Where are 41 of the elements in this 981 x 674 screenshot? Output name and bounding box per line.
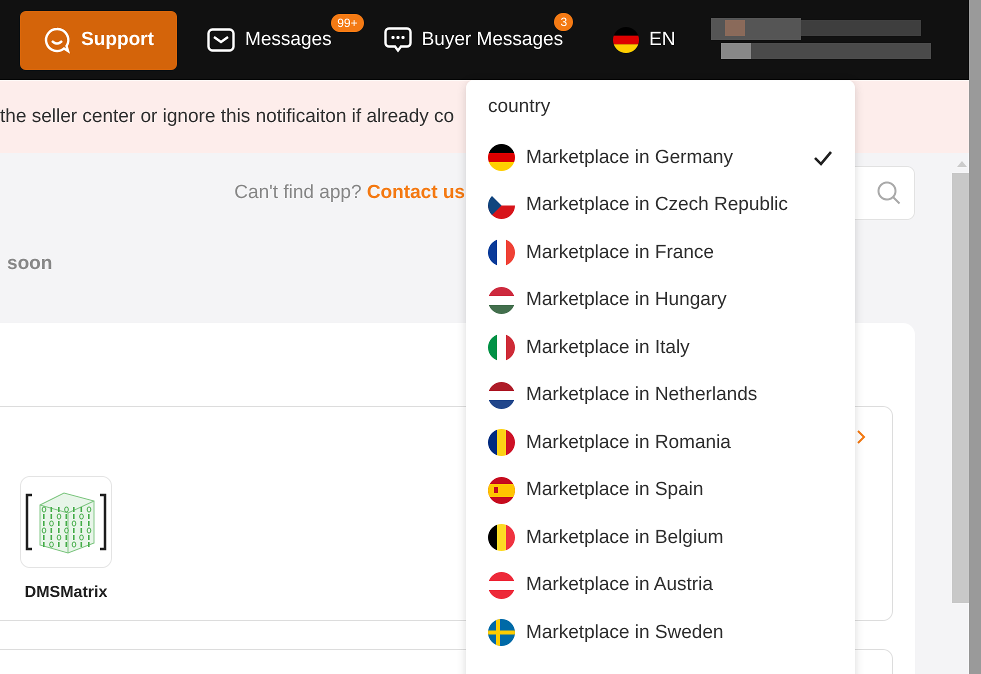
chevron-right-icon[interactable] [856,429,866,445]
buyer-messages-link[interactable]: Buyer Messages [422,29,564,51]
unread-count: 99+ [331,14,364,32]
country-option[interactable]: Marketplace in Czech Republic [526,194,833,216]
country-option[interactable]: Marketplace in France [526,242,833,264]
country-option[interactable]: Marketplace in Germany [526,146,802,169]
flag-icon [488,334,515,362]
flag-icon [613,27,640,53]
flag-icon [488,476,515,504]
messages-link[interactable]: Messages [245,29,332,51]
unread-count: 3 [554,13,574,31]
flag-icon [488,619,515,646]
dropdown-title: country [487,96,552,119]
country-option[interactable]: Marketplace in Austria [526,574,833,596]
country-option[interactable]: Marketplace in Italy [526,336,833,359]
checkmark-icon [813,150,833,166]
flag-icon [488,144,515,172]
country-option[interactable]: Marketplace in Spain [526,479,833,502]
flag-icon [488,286,515,314]
notification-text: the seller center or ignore this notificaiton if already co [0,106,454,128]
flag-icon [488,524,515,552]
language-selector[interactable]: EN [649,29,676,51]
country-option[interactable]: Marketplace in Netherlands [526,384,833,406]
mail-icon[interactable] [207,28,235,52]
country-option[interactable]: Marketplace in Romania [526,432,833,454]
chat-smile-icon [43,26,72,54]
flag-icon [488,572,515,599]
country-option[interactable]: Marketplace in Hungary [526,289,833,312]
flag-icon [488,429,515,456]
chat-bubble-icon[interactable] [384,27,412,53]
app-logo[interactable] [20,476,112,568]
app-name[interactable]: DMSMatrix [24,584,108,602]
country-option[interactable]: Marketplace in Belgium [526,526,833,549]
help-text: Can't find app? Contact us [234,182,465,204]
flag-icon [488,239,515,266]
flag-icon [488,382,515,409]
window-scrollbar[interactable] [969,0,981,674]
country-option[interactable]: Marketplace in Sweden [526,622,833,644]
support-button[interactable]: Support [20,10,177,70]
section-note: soon [7,253,52,275]
search-icon [876,180,902,206]
